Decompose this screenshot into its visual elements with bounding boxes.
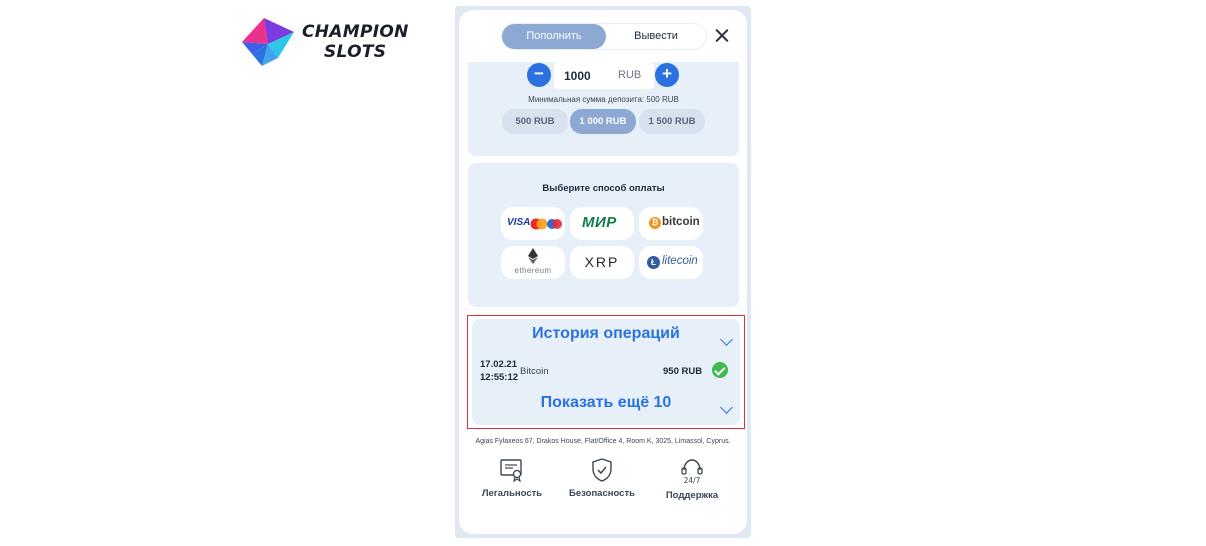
mobile-frame: Пополнить Вывести − RUB + Минимальная су… [455, 6, 751, 538]
xrp-label: XRP [584, 254, 620, 270]
mastercard-icon [530, 218, 548, 230]
success-check-icon [712, 362, 728, 378]
payment-bitcoin[interactable]: ₿ bitcoin [639, 207, 703, 240]
payment-mir[interactable]: МИР [570, 207, 634, 240]
certificate-icon [500, 459, 522, 482]
footer-legality[interactable]: Легальность [467, 458, 557, 508]
tab-withdraw[interactable]: Вывести [606, 24, 706, 49]
litecoin-icon: Ł [647, 256, 660, 269]
footer-security[interactable]: Безопасность [557, 458, 647, 508]
payment-xrp[interactable]: XRP [570, 246, 634, 279]
tab-deposit[interactable]: Пополнить [502, 24, 606, 49]
company-address: Agias Fylaxeos 67, Drakos House, Flat/Of… [475, 438, 731, 445]
cashier-panel: Пополнить Вывести − RUB + Минимальная су… [459, 10, 747, 534]
history-datetime: 17.02.21 12:55:12 [480, 358, 518, 384]
history-date: 17.02.21 [480, 359, 517, 370]
decrease-amount-button[interactable]: − [527, 63, 551, 87]
show-more-button[interactable]: Показать ещё 10 [472, 394, 740, 412]
ethereum-label: ethereum [514, 266, 552, 275]
amount-currency: RUB [618, 69, 642, 81]
star-logo-icon [242, 18, 294, 66]
footer-support[interactable]: 24/7 Поддержка [647, 458, 737, 508]
preset-500[interactable]: 500 RUB [502, 109, 568, 134]
brand-logo[interactable]: CHAMPION SLOTS [238, 14, 428, 70]
increase-amount-button[interactable]: + [655, 63, 679, 87]
preset-1500[interactable]: 1 500 RUB [639, 109, 705, 134]
history-method: Bitcoin [520, 366, 549, 377]
payment-title: Выберите способ оплаты [542, 183, 665, 194]
shield-check-icon [592, 458, 612, 482]
headset-icon: 24/7 [681, 459, 703, 484]
payment-visa-mastercard-maestro[interactable]: VISA [501, 207, 565, 240]
support-hours: 24/7 [684, 476, 701, 484]
history-amount: 950 RUB [663, 366, 703, 377]
deposit-amount-card: − RUB + Минимальная сумма депозита: 500 … [468, 62, 739, 156]
close-icon[interactable] [712, 26, 732, 46]
brand-line-2: SLOTS [324, 42, 387, 62]
payment-methods-card: Выберите способ оплаты VISA МИР ₿ bitcoi… [468, 163, 739, 307]
ethereum-icon [528, 248, 538, 264]
footer-support-label: Поддержка [665, 490, 719, 501]
history-title[interactable]: История операций [472, 325, 740, 343]
history-time: 12:55:12 [480, 372, 519, 383]
maestro-icon [547, 219, 562, 229]
history-card: История операций 17.02.21 12:55:12 Bitco… [472, 319, 740, 425]
cashier-tabs: Пополнить Вывести [501, 23, 707, 50]
mir-logo: МИР [582, 214, 617, 231]
bitcoin-label: bitcoin [662, 216, 700, 228]
litecoin-label: litecoin [662, 255, 698, 267]
brand-line-1: CHAMPION [302, 22, 409, 42]
min-deposit-note: Минимальная сумма депозита: 500 RUB [528, 95, 679, 104]
brand-name: CHAMPION SLOTS [302, 22, 409, 62]
bitcoin-icon: ₿ [649, 217, 661, 229]
amount-field: RUB [554, 62, 654, 89]
preset-1000[interactable]: 1 000 RUB [570, 109, 636, 134]
visa-logo: VISA [507, 217, 531, 228]
payment-litecoin[interactable]: Ł litecoin [639, 246, 703, 279]
payment-ethereum[interactable]: ethereum [501, 246, 565, 279]
amount-input[interactable] [564, 68, 608, 83]
footer-legality-label: Легальность [481, 488, 543, 499]
footer-security-label: Безопасность [569, 488, 635, 499]
